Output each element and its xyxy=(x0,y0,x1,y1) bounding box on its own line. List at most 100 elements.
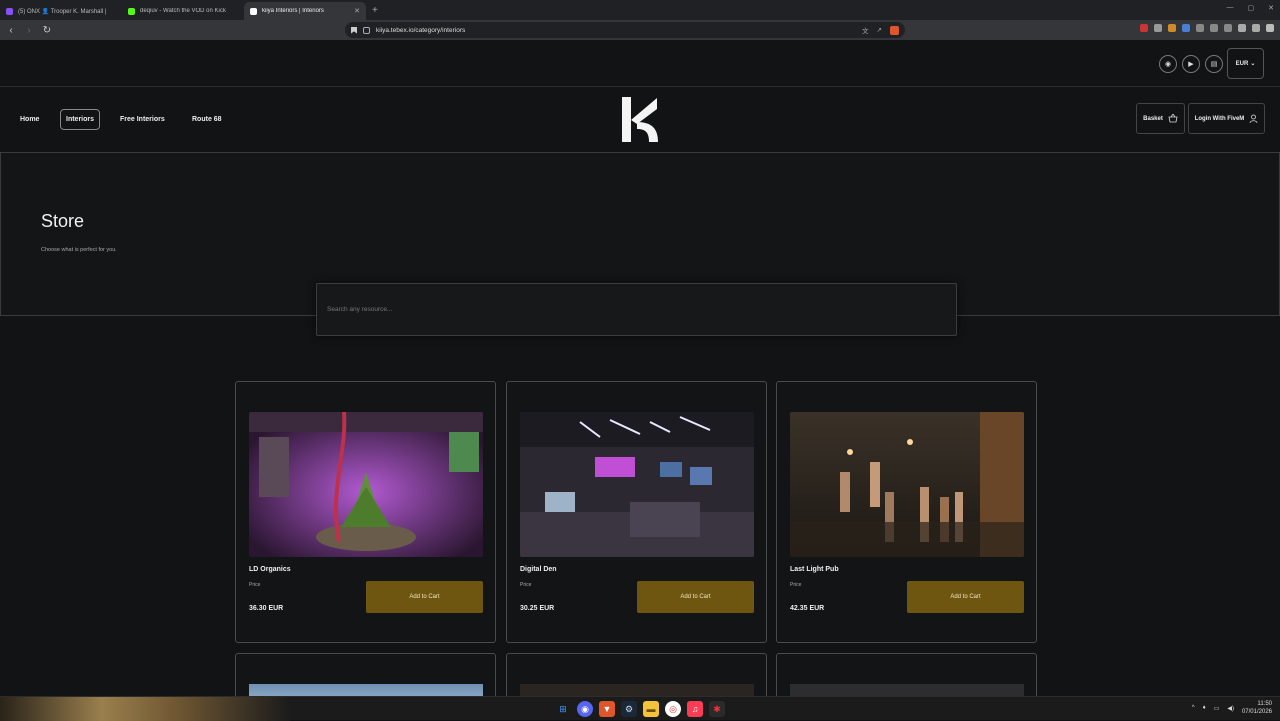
new-tab-button[interactable]: + xyxy=(366,2,384,20)
forward-icon[interactable]: › xyxy=(22,23,36,37)
product-name: LD Organics xyxy=(249,566,291,573)
taskbar-apps: ⊞ ◉ ▼ ⚙ ▬ ◎ ♫ ✱ xyxy=(555,701,725,717)
maximize-icon[interactable]: ▢ xyxy=(1248,4,1255,12)
product-price: 42.35 EUR xyxy=(790,605,825,612)
share-icon[interactable]: ↗ xyxy=(877,26,882,34)
browser-tab[interactable]: (5) ONX 👤 Trooper K. Marshall | xyxy=(0,2,122,20)
product-image[interactable] xyxy=(790,684,1024,696)
product-card[interactable] xyxy=(506,653,767,696)
search-input[interactable] xyxy=(317,284,956,335)
network-icon[interactable]: ▭ xyxy=(1214,705,1220,712)
minimize-icon[interactable]: — xyxy=(1227,4,1234,12)
extension-icon[interactable] xyxy=(1252,24,1260,32)
clock[interactable]: 11:50 07/01/2026 xyxy=(1242,700,1272,716)
basket-icon xyxy=(1168,114,1178,123)
reload-icon[interactable]: ↻ xyxy=(40,23,54,37)
system-tray: ^ ♦ ▭ ◀) 11:50 07/01/2026 xyxy=(1192,700,1272,716)
currency-selector[interactable]: EUR ⌄ xyxy=(1227,48,1264,79)
basket-button[interactable]: Basket xyxy=(1136,103,1185,134)
date: 07/01/2026 xyxy=(1241,709,1272,715)
product-image[interactable] xyxy=(520,412,754,557)
product-card[interactable]: LD Organics Price 36.30 EUR Add to Cart xyxy=(235,381,496,643)
music-icon[interactable]: ♫ xyxy=(687,701,703,717)
kiiya-logo[interactable] xyxy=(621,96,659,143)
discord-icon[interactable]: ◉ xyxy=(1159,55,1177,73)
product-image[interactable] xyxy=(249,412,483,557)
folder-icon[interactable]: ▬ xyxy=(643,701,659,717)
extension-icon[interactable] xyxy=(1154,24,1162,32)
basket-label: Basket xyxy=(1143,115,1163,122)
extensions-area xyxy=(1140,24,1274,32)
url-text[interactable]: kiiya.tebex.io/category/interiors xyxy=(376,27,465,34)
taskbar: ⊞ ◉ ▼ ⚙ ▬ ◎ ♫ ✱ ^ ♦ ▭ ◀) 11:50 07/01/202… xyxy=(0,696,1280,721)
chat-icon[interactable]: ▤ xyxy=(1205,55,1223,73)
browser-toolbar: ‹ › ↻ kiiya.tebex.io/category/interiors … xyxy=(0,20,1280,40)
currency-label: EUR xyxy=(1235,60,1249,67)
nav-free-interiors[interactable]: Free Interiors xyxy=(115,109,170,130)
kick-icon xyxy=(128,7,135,15)
browser-tab-active[interactable]: kiiya Interiors | Interiors ✕ xyxy=(244,2,366,20)
add-to-cart-button[interactable]: Add to Cart xyxy=(366,581,483,613)
extension-icon[interactable] xyxy=(1196,24,1204,32)
product-image[interactable] xyxy=(249,684,483,696)
user-icon xyxy=(1249,114,1258,123)
youtube-icon[interactable]: ▶ xyxy=(1182,55,1200,73)
discord-icon[interactable]: ◉ xyxy=(577,701,593,717)
page-subtitle: Choose what is perfect for you. xyxy=(41,247,117,253)
brave-shields-icon[interactable] xyxy=(890,25,899,35)
price-label: Price xyxy=(790,582,802,588)
nav-interiors[interactable]: Interiors xyxy=(60,109,101,130)
login-button[interactable]: Login With FiveM xyxy=(1188,103,1265,134)
address-bar[interactable]: kiiya.tebex.io/category/interiors 文 ↗ xyxy=(345,22,905,38)
product-price: 36.30 EUR xyxy=(249,605,284,612)
store-page: ◉ ▶ ▤ EUR ⌄ Home Interiors Free Interior… xyxy=(0,40,1280,696)
browser-tab[interactable]: deqiuv - Watch the VOD on Kick xyxy=(122,2,244,20)
nav-home[interactable]: Home xyxy=(15,109,44,130)
product-name: Digital Den xyxy=(520,566,557,573)
product-card[interactable]: Digital Den Price 30.25 EUR Add to Cart xyxy=(506,381,767,643)
windows-start-icon[interactable]: ⊞ xyxy=(555,701,571,717)
brave-icon[interactable]: ▼ xyxy=(599,701,615,717)
nav-route-68[interactable]: Route 68 xyxy=(187,109,227,130)
add-to-cart-button[interactable]: Add to Cart xyxy=(907,581,1024,613)
music-icon[interactable] xyxy=(1238,24,1246,32)
search-box[interactable] xyxy=(316,283,957,336)
menu-icon[interactable] xyxy=(1266,24,1274,32)
main-nav: Home Interiors Free Interiors Route 68 B… xyxy=(0,87,1280,152)
product-image[interactable] xyxy=(520,684,754,696)
tab-title: (5) ONX 👤 Trooper K. Marshall | xyxy=(18,8,107,15)
product-image[interactable] xyxy=(790,412,1024,557)
microphone-icon[interactable]: ♦ xyxy=(1203,705,1206,711)
volume-icon[interactable]: ◀) xyxy=(1227,705,1234,712)
time: 11:50 xyxy=(1257,701,1272,707)
extension-icon[interactable] xyxy=(1210,24,1218,32)
extension-icon[interactable] xyxy=(1182,24,1190,32)
chevron-down-icon: ⌄ xyxy=(1250,61,1256,67)
product-card[interactable]: Last Light Pub Price 42.35 EUR Add to Ca… xyxy=(776,381,1037,643)
tab-favicon-icon xyxy=(250,7,257,15)
product-price: 30.25 EUR xyxy=(520,605,555,612)
site-info-icon[interactable] xyxy=(363,26,370,34)
extension-icon[interactable] xyxy=(1224,24,1232,32)
product-card[interactable] xyxy=(776,653,1037,696)
app-icon[interactable]: ✱ xyxy=(709,701,725,717)
steam-icon[interactable]: ⚙ xyxy=(621,701,637,717)
login-label: Login With FiveM xyxy=(1194,115,1245,122)
tab-favicon-icon xyxy=(6,7,13,15)
close-tab-icon[interactable]: ✕ xyxy=(354,7,360,15)
extension-icon[interactable] xyxy=(1140,24,1148,32)
add-to-cart-button[interactable]: Add to Cart xyxy=(637,581,754,613)
bookmark-icon[interactable] xyxy=(351,26,357,34)
chrome-icon[interactable]: ◎ xyxy=(665,701,681,717)
chevron-up-icon[interactable]: ^ xyxy=(1192,705,1195,711)
translate-icon[interactable]: 文 xyxy=(862,25,869,35)
tab-title: kiiya Interiors | Interiors xyxy=(262,8,324,14)
product-card[interactable] xyxy=(235,653,496,696)
extension-icon[interactable] xyxy=(1168,24,1176,32)
price-label: Price xyxy=(249,582,261,588)
page-title: Store xyxy=(41,211,85,231)
tab-title: deqiuv - Watch the VOD on Kick xyxy=(140,8,226,14)
close-window-icon[interactable]: ✕ xyxy=(1268,4,1274,12)
back-icon[interactable]: ‹ xyxy=(4,23,18,37)
product-name: Last Light Pub xyxy=(790,566,839,573)
